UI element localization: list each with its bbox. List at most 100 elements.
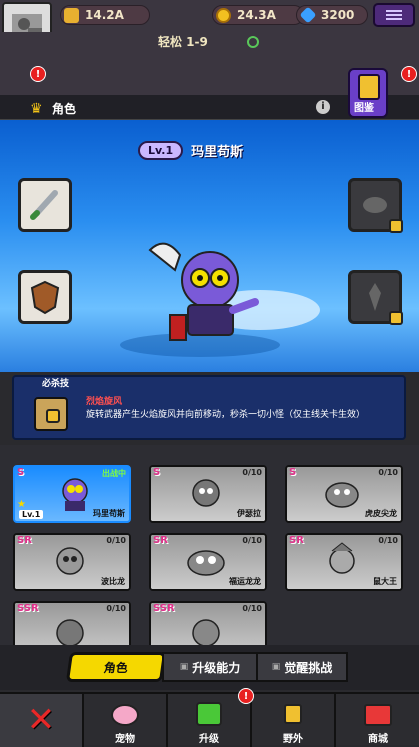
- character-card[interactable]: SR 0/10 福运龙龙: [149, 533, 267, 591]
- codex-alert-badge: !: [401, 66, 417, 82]
- hero-level-tag: Lv.1 玛里苟斯: [138, 141, 243, 160]
- sub-tab-bar: 角色 ▣ 升级能力 ▣ 觉醒挑战: [0, 645, 419, 690]
- menu-icon: [386, 14, 402, 16]
- character-portrait: [192, 619, 220, 645]
- rarity-badge: SR: [289, 535, 304, 546]
- character-portrait: [62, 478, 88, 511]
- lock-icon: [46, 409, 60, 423]
- character-card[interactable]: SR 0/10 鼠大王: [285, 533, 403, 591]
- tab-upgrade-label: 升级能力: [192, 660, 241, 675]
- nav-wild[interactable]: 野外: [252, 694, 336, 747]
- card-count: 0/10: [106, 536, 126, 545]
- nav-pet-label: 宠物: [115, 734, 135, 745]
- rarity-badge: SR: [17, 535, 32, 546]
- close-button[interactable]: ✕: [0, 694, 84, 747]
- stamina-icon: [64, 8, 79, 23]
- crown-icon: ♛: [30, 101, 43, 117]
- lock-icon: [389, 219, 403, 233]
- armor-slot-locked[interactable]: [348, 270, 403, 325]
- character-portrait: [192, 479, 220, 507]
- nav-pet[interactable]: 宠物: [84, 694, 168, 747]
- character-portrait: [56, 547, 84, 575]
- tab-awaken[interactable]: ▣ 觉醒挑战: [256, 652, 348, 682]
- hero-level: Lv.1: [138, 141, 184, 160]
- upgrade-arrow-icon: [196, 702, 222, 726]
- gem-value: 3200: [321, 8, 355, 22]
- card-count: 0/10: [378, 468, 398, 477]
- bottom-nav: ✕ 宠物 升级 ! 野外 商城: [0, 688, 419, 747]
- armor-icon: [369, 283, 381, 311]
- card-count: 0/10: [242, 468, 262, 477]
- helmet-slot-locked[interactable]: [348, 178, 403, 233]
- card-name: 虎皮尖龙: [365, 509, 397, 518]
- character-card[interactable]: SSR 0/10: [149, 601, 267, 645]
- stamina-display: 14.2A: [60, 5, 150, 25]
- weapon-slot[interactable]: [18, 178, 72, 232]
- rarity-badge: SR: [153, 535, 168, 546]
- stamina-value: 14.2A: [85, 8, 124, 22]
- lock-icon: ▣: [179, 662, 189, 672]
- shield-slot[interactable]: [18, 270, 72, 324]
- card-count: 0/10: [242, 536, 262, 545]
- gold-value: 24.3A: [237, 8, 276, 22]
- codex-button[interactable]: 图鉴: [348, 68, 388, 118]
- stage-bar: 轻松 1-9: [0, 32, 419, 52]
- character-card[interactable]: S 0/10 虎皮尖龙: [285, 465, 403, 523]
- card-level: Lv.1: [19, 510, 44, 519]
- character-grid: S 出战中 ★ Lv.1 玛里苟斯 S 0/10 伊瑟拉 S 0/10 虎皮尖龙…: [0, 445, 419, 645]
- menu-button[interactable]: [373, 3, 415, 27]
- nav-shop[interactable]: 商城: [336, 694, 419, 747]
- skill-panel: 必杀技 烈焰旋风 旋转武器产生火焰旋风并向前移动，秒杀一切小怪（仅主线关卡生效）: [12, 375, 406, 440]
- character-portrait: [187, 550, 225, 576]
- shop-icon: [364, 704, 392, 726]
- character-card[interactable]: SR 0/10 波比龙: [13, 533, 131, 591]
- lock-icon: ▣: [271, 662, 281, 672]
- card-name: 伊瑟拉: [237, 509, 261, 518]
- character-card[interactable]: SSR 0/10: [13, 601, 131, 645]
- lock-icon: [389, 311, 403, 325]
- character-portrait: [56, 619, 84, 645]
- stage-label: 轻松 1-9: [158, 35, 208, 49]
- card-count: 0/10: [242, 604, 262, 613]
- card-name: 福运龙龙: [229, 577, 261, 586]
- gold-coin-icon: [216, 8, 231, 23]
- hero-display: Lv.1 玛里苟斯: [0, 120, 419, 372]
- stage-refresh-icon[interactable]: [247, 36, 259, 48]
- tab-awaken-label: 觉醒挑战: [284, 660, 333, 675]
- card-name: 波比龙: [101, 577, 125, 586]
- alert-badge: !: [30, 66, 46, 82]
- nav-wild-label: 野外: [283, 734, 303, 745]
- codex-label: 图鉴: [354, 103, 374, 114]
- character-portrait: [325, 482, 359, 508]
- card-name: 玛里苟斯: [93, 509, 125, 518]
- character-card[interactable]: S 0/10 伊瑟拉: [149, 465, 267, 523]
- close-icon: ✕: [26, 699, 56, 740]
- character-portrait: [329, 542, 355, 574]
- gem-icon: [299, 6, 317, 24]
- skill-description: 旋转武器产生火焰旋风并向前移动，秒杀一切小怪（仅主线关卡生效）: [86, 410, 366, 420]
- tab-role-label: 角色: [102, 660, 129, 675]
- codex-book-icon: [358, 74, 380, 100]
- info-icon[interactable]: i: [316, 100, 330, 114]
- card-count: 0/10: [378, 536, 398, 545]
- nav-upgrade-label: 升级: [199, 734, 219, 745]
- helmet-icon: [363, 197, 387, 213]
- tab-role[interactable]: 角色: [65, 652, 167, 682]
- nav-shop-label: 商城: [368, 734, 388, 745]
- rarity-badge: SSR: [17, 603, 39, 614]
- pet-icon: [111, 704, 139, 726]
- skill-section-label: 必杀技: [42, 379, 70, 389]
- skill-icon[interactable]: [34, 397, 68, 431]
- top-bar: 14.2A 24.3A 3200: [0, 0, 419, 52]
- gem-display: 3200: [296, 5, 368, 25]
- character-card[interactable]: S 出战中 ★ Lv.1 玛里苟斯: [13, 465, 131, 523]
- gold-display: 24.3A: [212, 5, 304, 25]
- nav-upgrade[interactable]: 升级: [168, 694, 252, 747]
- star-icon: ★: [17, 499, 26, 510]
- status-badge: 出战中: [102, 469, 126, 478]
- panel-title: 角色: [52, 102, 77, 116]
- rarity-badge: S: [153, 467, 161, 478]
- sword-icon: [30, 190, 58, 220]
- tab-upgrade[interactable]: ▣ 升级能力: [162, 652, 258, 682]
- shield-icon: [30, 280, 60, 315]
